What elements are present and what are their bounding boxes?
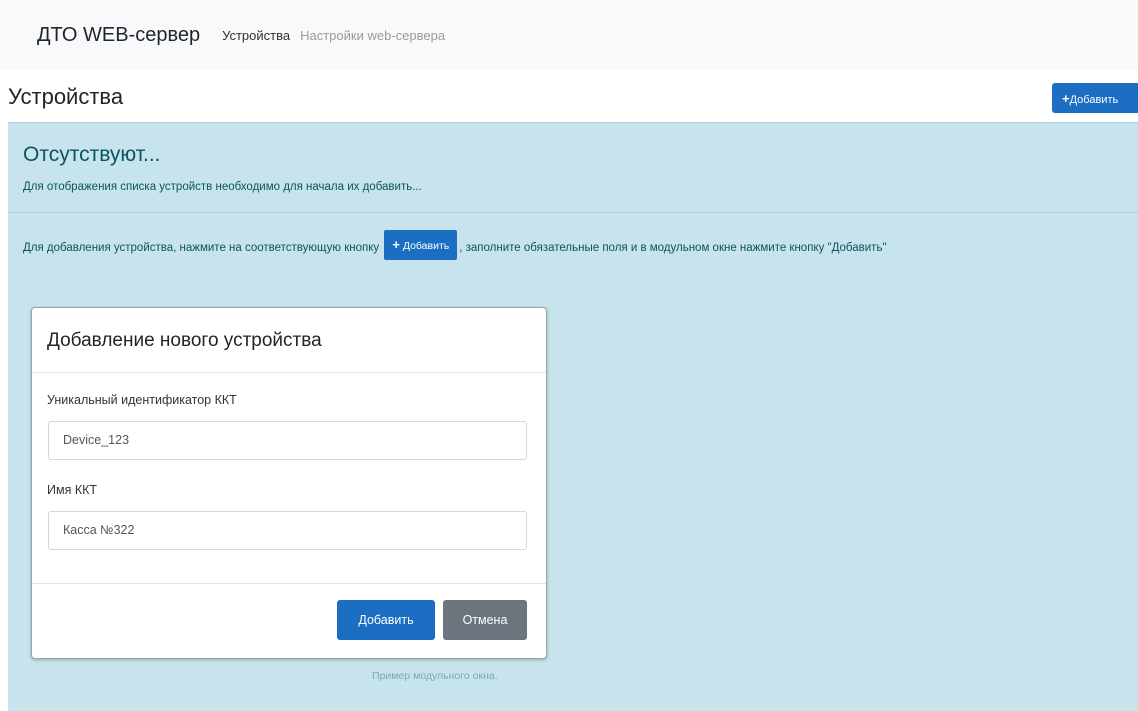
navbar: ДТО WEB-сервер Устройства Настройки web-… [0, 0, 1138, 70]
cancel-button[interactable]: Отмена [443, 600, 527, 640]
device-name-label: Имя ККТ [47, 483, 98, 497]
plus-icon: + [1062, 90, 1070, 106]
alert-description: Для отображения списка устройств необход… [23, 181, 422, 193]
add-device-modal: Добавление нового устройства Уникальный … [31, 307, 547, 659]
info-alert: Отсутствуют... Для отображения списка ус… [8, 122, 1138, 711]
modal-title: Добавление нового устройства [47, 330, 322, 351]
device-id-label: Уникальный идентификатор ККТ [47, 393, 237, 407]
alert-heading: Отсутствуют... [23, 143, 161, 166]
nav-link-devices[interactable]: Устройства [222, 28, 290, 43]
inline-add-button-label: Добавить [402, 239, 450, 252]
alert-instruction: Для добавления устройства, нажмите на со… [23, 229, 1123, 261]
add-device-button-label: Добавить [1069, 93, 1119, 106]
submit-button[interactable]: Добавить [337, 600, 435, 640]
modal-header: Добавление нового устройства [32, 308, 546, 373]
inline-add-button: + Добавить [384, 229, 458, 260]
alert-divider [8, 212, 1138, 213]
nav-link-server-settings[interactable]: Настройки web-сервера [300, 28, 445, 43]
modal-footer: Добавить Отмена [32, 583, 546, 658]
page-header: Устройства +Добавить [0, 70, 1138, 122]
device-id-input[interactable]: Device_123 [48, 421, 527, 460]
instruction-text-after: , заполните обязательные поля и в модуль… [459, 242, 887, 254]
modal-caption: Пример модульного окна. [372, 670, 498, 682]
device-name-input[interactable]: Касса №322 [48, 511, 527, 550]
instruction-text-before: Для добавления устройства, нажмите на со… [23, 242, 380, 254]
page-title: Устройства [8, 84, 124, 109]
navbar-brand[interactable]: ДТО WEB-сервер [37, 24, 200, 47]
plus-icon: + [392, 236, 400, 252]
add-device-button[interactable]: +Добавить [1052, 83, 1138, 113]
